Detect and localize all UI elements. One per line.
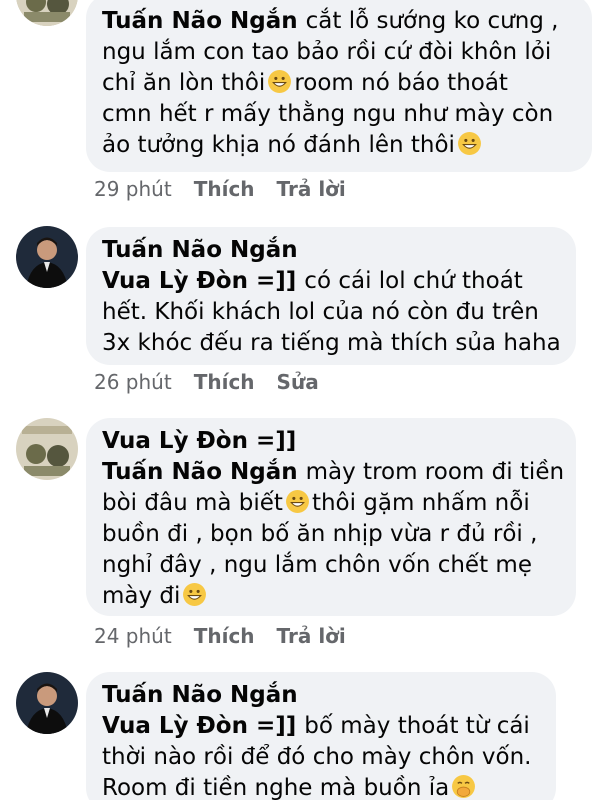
like-button[interactable]: Thích	[194, 624, 255, 648]
avatar[interactable]	[16, 226, 78, 288]
reply-button[interactable]: Trả lời	[277, 624, 346, 648]
mention[interactable]: Tuấn Não Ngắn	[102, 459, 298, 485]
comment-bubble: Tuấn Não Ngắn Vua Lỳ Đòn =]] có cái lol c…	[86, 227, 576, 365]
comment-bubble: Tuấn Não Ngắn cắt lỗ sướng ko cưng , ngu …	[86, 0, 592, 172]
comment-text: Tuấn Não Ngắn cắt lỗ sướng ko cưng , ngu …	[102, 8, 559, 158]
grinning-face-icon	[285, 489, 310, 514]
grinning-face-icon	[267, 69, 292, 94]
mention[interactable]: Vua Lỳ Đòn =]]	[102, 713, 296, 739]
avatar[interactable]	[16, 418, 78, 480]
comment-text: Tuấn Não Ngắn mày trom room đi tiền bòi đ…	[102, 459, 565, 609]
comment-bubble: Vua Lỳ Đòn =]] Tuấn Não Ngắn mày trom roo…	[86, 418, 576, 616]
comment-actions: 29 phút Thích Trả lời	[94, 176, 368, 202]
timestamp: 24 phút	[94, 624, 172, 648]
like-button[interactable]: Thích	[194, 370, 255, 394]
reply-button[interactable]: Trả lời	[277, 177, 346, 201]
like-button[interactable]: Thích	[194, 177, 255, 201]
mention[interactable]: Vua Lỳ Đòn =]]	[102, 268, 296, 294]
avatar[interactable]	[16, 672, 78, 734]
edit-button[interactable]: Sửa	[277, 370, 319, 394]
face-with-hand-over-mouth-icon	[451, 774, 476, 799]
timestamp: 29 phút	[94, 177, 172, 201]
comment-text: Vua Lỳ Đòn =]] bố mày thoát từ cái thời n…	[102, 713, 532, 800]
comment-author[interactable]: Tuấn Não Ngắn	[102, 680, 542, 711]
comment-actions: 24 phút Thích Trả lời	[94, 623, 368, 649]
grinning-face-icon	[457, 131, 482, 156]
comment-author[interactable]: Vua Lỳ Đòn =]]	[102, 426, 562, 457]
grinning-face-icon	[182, 582, 207, 607]
timestamp: 26 phút	[94, 370, 172, 394]
comment-author[interactable]: Tuấn Não Ngắn	[102, 235, 562, 266]
comment-bubble: Tuấn Não Ngắn Vua Lỳ Đòn =]] bố mày thoát…	[86, 672, 556, 800]
comment-actions: 26 phút Thích Sửa	[94, 369, 341, 395]
comment-text: Vua Lỳ Đòn =]] có cái lol chứ thoát hết. …	[102, 268, 561, 356]
mention[interactable]: Tuấn Não Ngắn	[102, 8, 298, 34]
avatar[interactable]	[16, 0, 78, 26]
